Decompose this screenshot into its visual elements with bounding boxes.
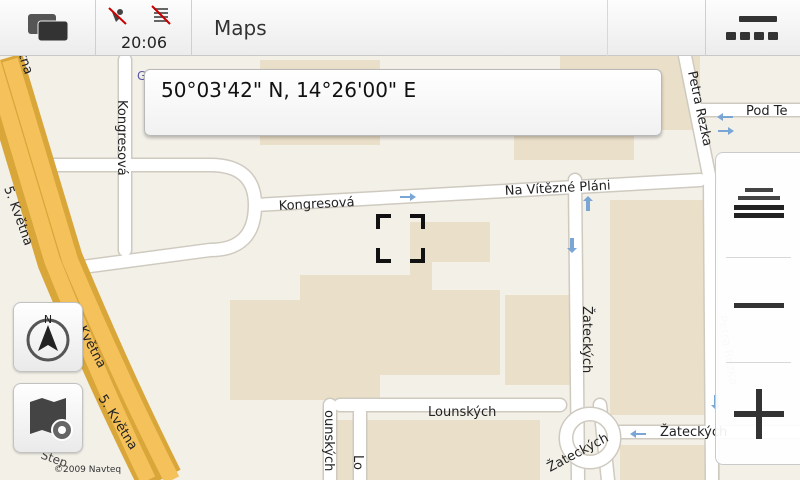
street-label-pod-tere: Pod Te — [746, 104, 787, 119]
menu-icon — [726, 16, 778, 40]
svg-text:N: N — [44, 313, 52, 326]
map-settings-icon — [30, 398, 73, 441]
street-label-lounskych-vertical: ounských — [321, 410, 336, 471]
street-label-lounskych: Lounských — [428, 405, 496, 420]
zoom-panel — [715, 152, 800, 465]
status-bar: 20:06 Maps — [0, 0, 800, 56]
map-settings-button[interactable] — [13, 383, 83, 453]
gps-off-icon — [108, 7, 127, 25]
zoom-out-icon — [734, 303, 784, 308]
title-area[interactable]: Maps — [192, 0, 608, 56]
status-area[interactable]: 20:06 — [96, 0, 192, 56]
toolbar-spacer — [608, 0, 706, 56]
coordinates-text: 50°03'42" N, 14°26'00" E — [161, 78, 417, 102]
street-label-lo: Lo — [350, 455, 365, 470]
zoom-in-icon — [734, 389, 784, 439]
street-label-zateckych-vertical: Žateckých — [579, 306, 595, 373]
status-clock: 20:06 — [120, 33, 168, 52]
compass-icon: N — [26, 313, 70, 362]
street-label-kongresova-vertical: Kongresová — [114, 100, 129, 176]
zoom-level-icon — [734, 188, 784, 218]
zoom-level-button[interactable] — [716, 153, 800, 257]
coordinates-popup[interactable]: 50°03'42" N, 14°26'00" E — [144, 69, 662, 136]
compass-button[interactable]: N — [13, 302, 83, 372]
map-copyright: ©2009 Navteq — [54, 465, 122, 475]
zoom-out-button[interactable] — [716, 258, 800, 362]
task-switcher-button[interactable] — [0, 0, 96, 56]
task-switcher-icon — [28, 14, 69, 42]
signal-icon — [151, 5, 171, 25]
zoom-in-button[interactable] — [716, 363, 800, 466]
menu-button[interactable] — [706, 0, 800, 56]
app-title: Maps — [214, 16, 267, 40]
